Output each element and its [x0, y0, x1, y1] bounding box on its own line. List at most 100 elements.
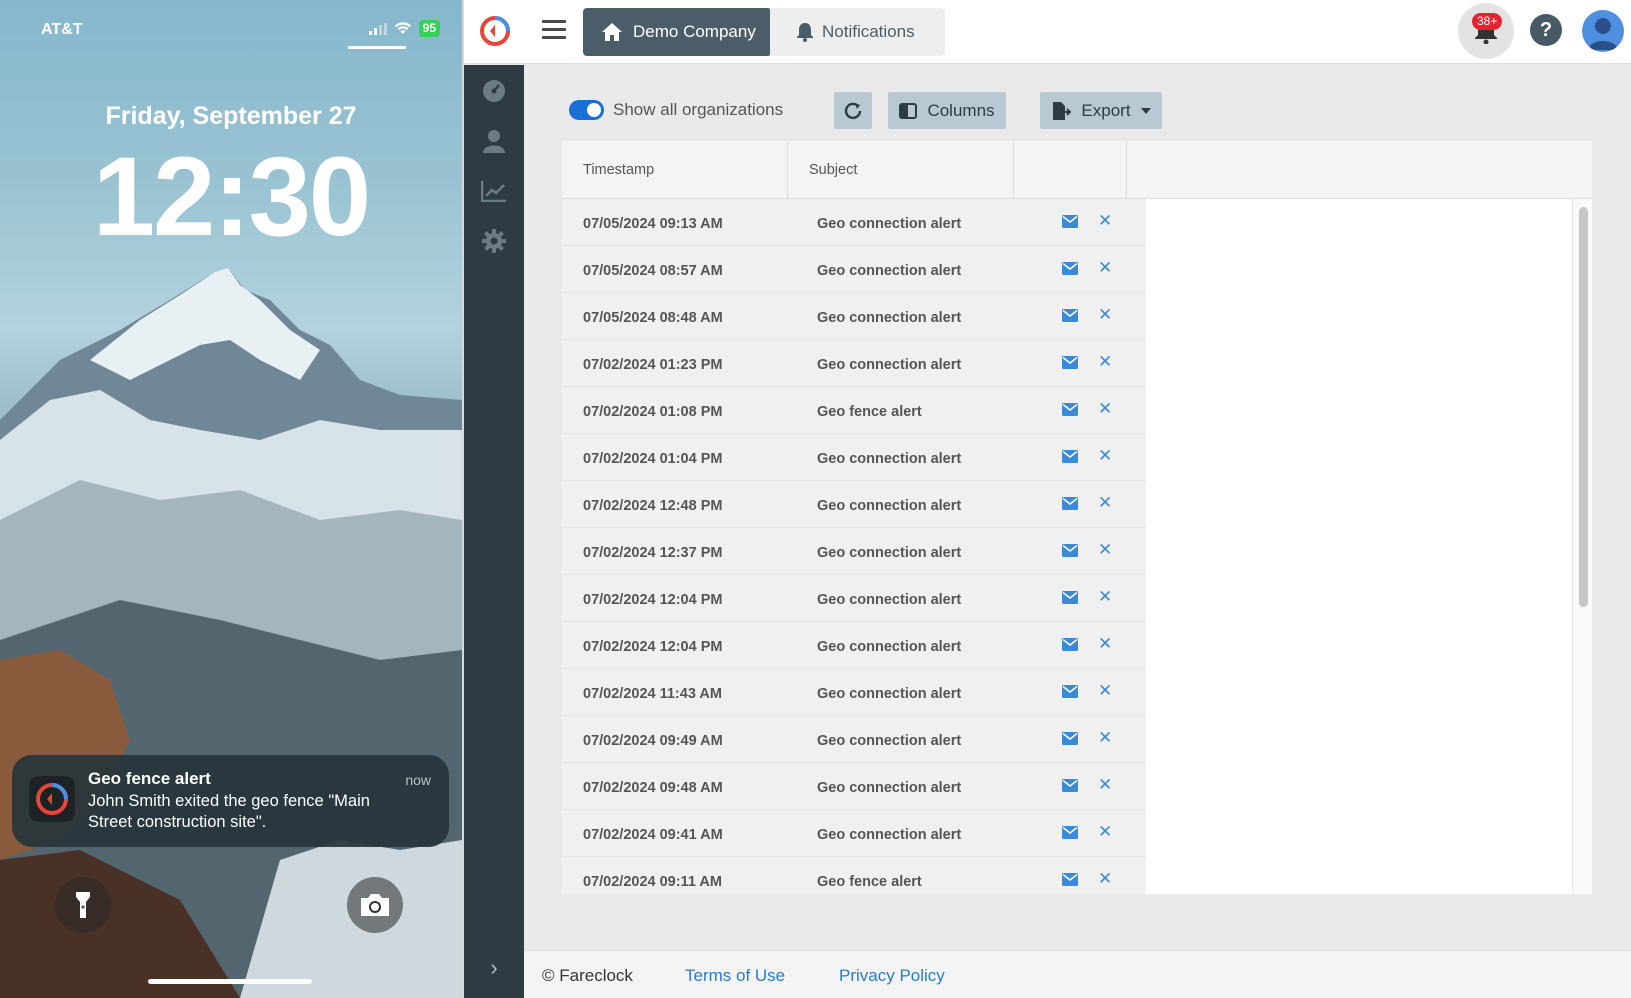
notification-time: now [405, 772, 431, 788]
header-subject[interactable]: Subject [788, 141, 1014, 199]
home-indicator[interactable] [148, 979, 312, 984]
table-row[interactable]: 07/05/2024 08:48 AM Geo connection alert ✕ [562, 293, 1146, 340]
privacy-link[interactable]: Privacy Policy [839, 966, 945, 986]
lock-notification[interactable]: Geo fence alert now John Smith exited th… [12, 755, 449, 847]
show-all-orgs-toggle[interactable] [569, 100, 604, 120]
export-button[interactable]: Export [1040, 92, 1162, 129]
dismiss-icon[interactable]: ✕ [1098, 728, 1112, 748]
email-icon[interactable] [1062, 450, 1078, 463]
table-body: 07/05/2024 09:13 AM Geo connection alert ✕… [562, 199, 1146, 894]
table-row[interactable]: 07/02/2024 12:04 PM Geo connection alert ✕ [562, 575, 1146, 622]
table-row[interactable]: 07/02/2024 01:04 PM Geo connection alert ✕ [562, 434, 1146, 481]
dismiss-icon[interactable]: ✕ [1098, 446, 1112, 466]
email-icon[interactable] [1062, 732, 1078, 745]
avatar[interactable] [1582, 10, 1624, 52]
table-row[interactable]: 07/02/2024 09:49 AM Geo connection alert ✕ [562, 716, 1146, 763]
status-bar: 95 [368, 20, 440, 37]
sidebar: › [464, 65, 524, 998]
table-row[interactable]: 07/02/2024 01:23 PM Geo connection alert ✕ [562, 340, 1146, 387]
email-icon[interactable] [1062, 826, 1078, 839]
table-row[interactable]: 07/02/2024 09:48 AM Geo connection alert ✕ [562, 763, 1146, 810]
table-row[interactable]: 07/02/2024 01:08 PM Geo fence alert ✕ [562, 387, 1146, 434]
row-timestamp: 07/02/2024 01:08 PM [583, 404, 723, 420]
sidebar-item-dashboard[interactable] [464, 71, 524, 111]
email-icon[interactable] [1062, 591, 1078, 604]
row-timestamp: 07/02/2024 12:04 PM [583, 639, 723, 655]
footer: © Fareclock Terms of Use Privacy Policy [524, 950, 1631, 998]
export-label: Export [1081, 100, 1131, 120]
menu-icon[interactable] [542, 20, 566, 42]
carrier-label: AT&T [41, 21, 83, 38]
flashlight-icon [76, 892, 90, 918]
dismiss-icon[interactable]: ✕ [1098, 540, 1112, 560]
row-subject: Geo connection alert [817, 310, 962, 326]
row-timestamp: 07/02/2024 09:11 AM [583, 874, 722, 890]
dismiss-icon[interactable]: ✕ [1098, 869, 1112, 889]
dismiss-icon[interactable]: ✕ [1098, 493, 1112, 513]
bell-icon [797, 23, 813, 42]
dismiss-icon[interactable]: ✕ [1098, 587, 1112, 607]
email-icon[interactable] [1062, 685, 1078, 698]
email-icon[interactable] [1062, 544, 1078, 557]
header-actions [1014, 141, 1127, 199]
dismiss-icon[interactable]: ✕ [1098, 775, 1112, 795]
table-row[interactable]: 07/02/2024 11:43 AM Geo connection alert ✕ [562, 669, 1146, 716]
dismiss-icon[interactable]: ✕ [1098, 399, 1112, 419]
phone-lock-screen: AT&T 95 Friday, September 27 12:30 Geo f… [0, 0, 462, 998]
table-row[interactable]: 07/02/2024 12:37 PM Geo connection alert ✕ [562, 528, 1146, 575]
row-subject: Geo connection alert [817, 686, 962, 702]
header-timestamp[interactable]: Timestamp [562, 141, 788, 199]
sidebar-item-settings[interactable] [464, 221, 524, 261]
email-icon[interactable] [1062, 309, 1078, 322]
email-icon[interactable] [1062, 403, 1078, 416]
camera-button[interactable] [347, 877, 403, 933]
dismiss-icon[interactable]: ✕ [1098, 681, 1112, 701]
row-timestamp: 07/02/2024 09:48 AM [583, 780, 723, 796]
toggle-label: Show all organizations [613, 100, 784, 119]
refresh-icon [844, 102, 862, 119]
sidebar-expand-chevron-icon[interactable]: › [464, 948, 524, 988]
dismiss-icon[interactable]: ✕ [1098, 822, 1112, 842]
user-avatar-icon [1588, 18, 1618, 50]
email-icon[interactable] [1062, 638, 1078, 651]
row-timestamp: 07/02/2024 12:04 PM [583, 592, 723, 608]
battery-icon: 95 [418, 20, 440, 37]
table-row[interactable]: 07/02/2024 09:41 AM Geo connection alert ✕ [562, 810, 1146, 857]
row-subject: Geo connection alert [817, 451, 962, 467]
table-scrollbar[interactable] [1572, 199, 1592, 894]
email-icon[interactable] [1062, 356, 1078, 369]
email-icon[interactable] [1062, 262, 1078, 275]
table-row[interactable]: 07/02/2024 12:48 PM Geo connection alert ✕ [562, 481, 1146, 528]
table-row[interactable]: 07/02/2024 12:04 PM Geo connection alert ✕ [562, 622, 1146, 669]
row-subject: Geo connection alert [817, 357, 962, 373]
flashlight-button[interactable] [55, 877, 111, 933]
table-row[interactable]: 07/05/2024 09:13 AM Geo connection alert ✕ [562, 199, 1146, 246]
row-subject: Geo connection alert [817, 592, 962, 608]
table-row[interactable]: 07/02/2024 09:11 AM Geo fence alert ✕ [562, 857, 1146, 894]
dismiss-icon[interactable]: ✕ [1098, 352, 1112, 372]
fareclock-logo-icon [36, 783, 68, 815]
dismiss-icon[interactable]: ✕ [1098, 305, 1112, 325]
email-icon[interactable] [1062, 497, 1078, 510]
table-row[interactable]: 07/05/2024 08:57 AM Geo connection alert ✕ [562, 246, 1146, 293]
notifications-button[interactable]: 38+ [1458, 3, 1514, 59]
row-timestamp: 07/05/2024 08:48 AM [583, 310, 723, 326]
fareclock-logo-icon[interactable] [478, 14, 512, 48]
sidebar-item-reports[interactable] [464, 171, 524, 211]
row-timestamp: 07/02/2024 12:48 PM [583, 498, 723, 514]
email-icon[interactable] [1062, 873, 1078, 886]
home-icon [601, 22, 623, 42]
dismiss-icon[interactable]: ✕ [1098, 634, 1112, 654]
scroll-thumb[interactable] [1579, 207, 1588, 607]
refresh-button[interactable] [834, 92, 872, 129]
terms-link[interactable]: Terms of Use [685, 966, 785, 986]
dismiss-icon[interactable]: ✕ [1098, 258, 1112, 278]
dismiss-icon[interactable]: ✕ [1098, 211, 1112, 231]
email-icon[interactable] [1062, 779, 1078, 792]
row-subject: Geo fence alert [817, 874, 922, 890]
breadcrumb-home[interactable]: Demo Company [583, 8, 783, 56]
columns-button[interactable]: Columns [888, 92, 1006, 129]
sidebar-item-users[interactable] [464, 121, 524, 161]
email-icon[interactable] [1062, 215, 1078, 228]
help-button[interactable]: ? [1530, 14, 1562, 46]
